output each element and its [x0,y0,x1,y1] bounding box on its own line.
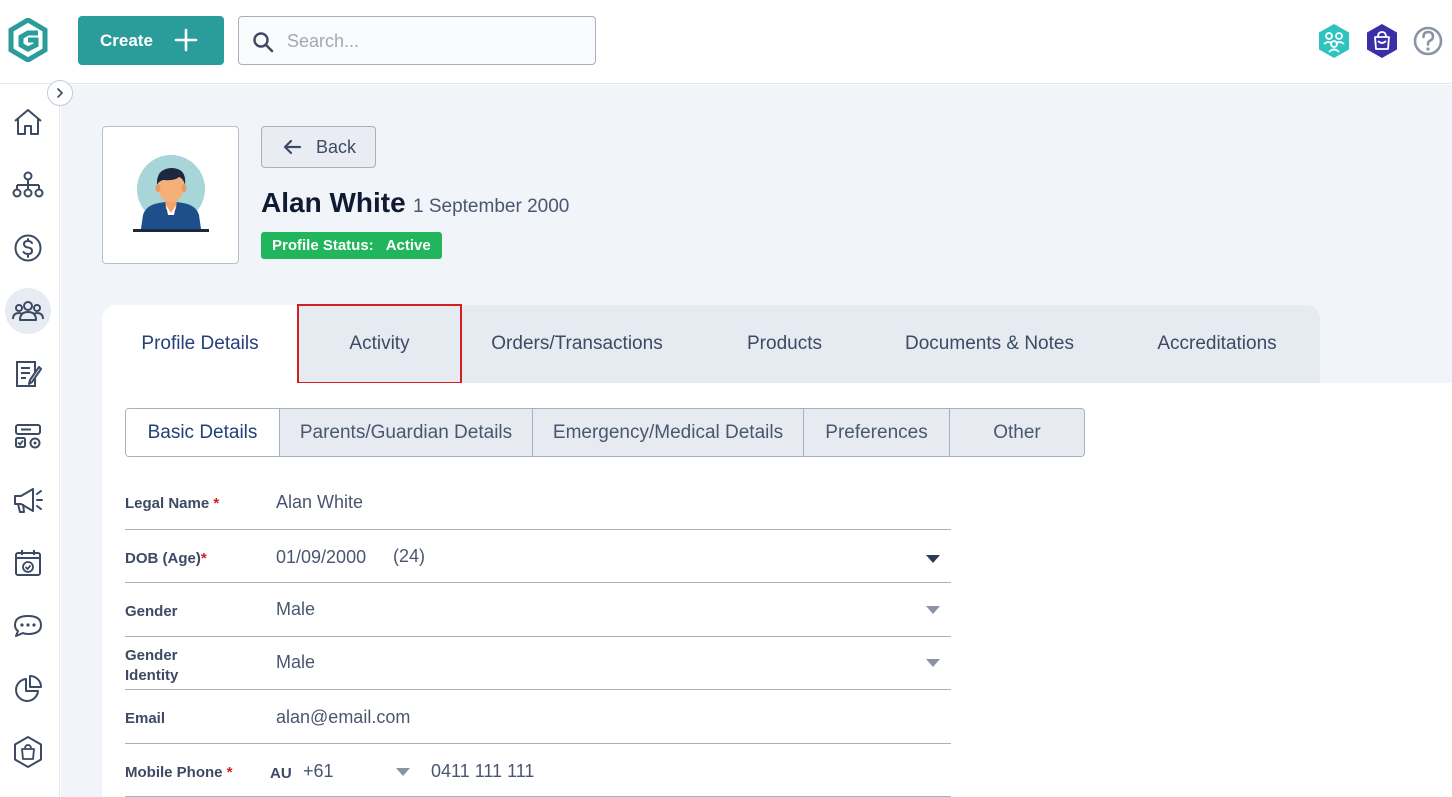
top-bar: Create [0,0,1452,84]
tab-documents-notes[interactable]: Documents & Notes [882,305,1097,383]
back-button[interactable]: Back [261,126,376,168]
plus-icon [174,28,198,52]
email-row: Email alan@email.com [125,690,951,744]
gender-identity-select[interactable]: Male [276,652,315,673]
chevron-down-icon[interactable] [396,768,410,776]
home-icon[interactable] [5,99,51,145]
email-label: Email [125,710,166,727]
country-code-label: AU [270,765,292,782]
chevron-down-icon[interactable] [926,659,940,667]
help-icon[interactable] [1411,23,1445,59]
subtab-parents-guardian[interactable]: Parents/Guardian Details [279,409,532,456]
status-label: Profile Status: [272,237,374,254]
gender-row: Gender Male [125,583,951,637]
search-icon [253,32,274,53]
status-badge: Profile Status: Active [261,232,442,259]
detail-subtabs: Basic Details Parents/Guardian Details E… [125,408,1085,457]
mobile-phone-row: Mobile Phone * AU +61 0411 111 111 [125,744,951,797]
tab-products[interactable]: Products [712,305,857,383]
communications-icon[interactable] [5,603,51,649]
events-calendar-icon[interactable] [5,540,51,586]
subtab-other[interactable]: Other [949,409,1084,456]
chevron-right-icon [57,88,64,98]
search-input[interactable] [287,27,577,55]
chevron-down-icon[interactable] [926,555,940,563]
subtab-basic-details[interactable]: Basic Details [126,409,279,456]
gender-label: Gender [125,603,178,620]
create-button-label: Create [100,30,153,50]
app-logo-icon[interactable] [8,17,48,63]
reports-icon[interactable] [5,666,51,712]
tab-accreditations[interactable]: Accreditations [1122,305,1312,383]
org-structure-icon[interactable] [5,162,51,208]
search-box[interactable] [238,16,596,65]
members-icon[interactable] [5,288,51,334]
chevron-down-icon[interactable] [926,606,940,614]
tab-activity[interactable]: Activity [297,304,462,384]
page-title: Alan White [261,187,406,218]
dob-row: DOB (Age)* 01/09/2000 (24) [125,530,951,583]
back-button-label: Back [316,136,357,157]
tab-profile-details[interactable]: Profile Details [102,305,298,383]
main-content: Back Alan White 1 September 2000 Profile… [61,85,1452,797]
mobile-number-field[interactable]: 0411 111 111 [431,761,534,782]
legal-name-row: Legal Name * Alan White [125,476,951,530]
mobile-phone-label: Mobile Phone * [125,764,233,781]
tab-orders-transactions[interactable]: Orders/Transactions [472,305,682,383]
sidebar [0,84,60,797]
tab-content: Basic Details Parents/Guardian Details E… [102,383,1452,797]
create-button[interactable]: Create [78,16,224,65]
dob-label: DOB (Age)* [125,550,207,567]
status-value: Active [385,237,431,254]
age-value: (24) [393,546,426,566]
registrations-icon[interactable] [5,351,51,397]
email-field[interactable]: alan@email.com [276,707,410,728]
sidebar-collapse-button[interactable] [47,80,73,106]
arrow-left-icon [283,139,302,155]
person-dob: 1 September 2000 [413,196,570,217]
shop-icon[interactable] [1365,23,1399,59]
gender-select[interactable]: Male [276,599,315,620]
avatar-image [133,155,209,232]
dob-field[interactable]: 01/09/2000 [276,547,366,568]
subtab-preferences[interactable]: Preferences [803,409,949,456]
legal-name-label: Legal Name * [125,495,220,512]
subtab-emergency-medical[interactable]: Emergency/Medical Details [532,409,803,456]
avatar [102,126,239,264]
shop-bag-icon[interactable] [5,729,51,775]
legal-name-field[interactable]: Alan White [276,492,363,513]
profile-tabs: Profile Details Activity Orders/Transact… [102,304,1320,384]
gender-identity-label: Gender Identity [125,647,179,684]
finance-icon[interactable] [5,225,51,271]
members-hub-icon[interactable] [1317,23,1351,59]
marketing-icon[interactable] [5,477,51,523]
competitions-icon[interactable] [5,414,51,460]
country-code-select[interactable]: +61 [303,761,334,782]
gender-identity-row: Gender Identity Male [125,637,951,690]
